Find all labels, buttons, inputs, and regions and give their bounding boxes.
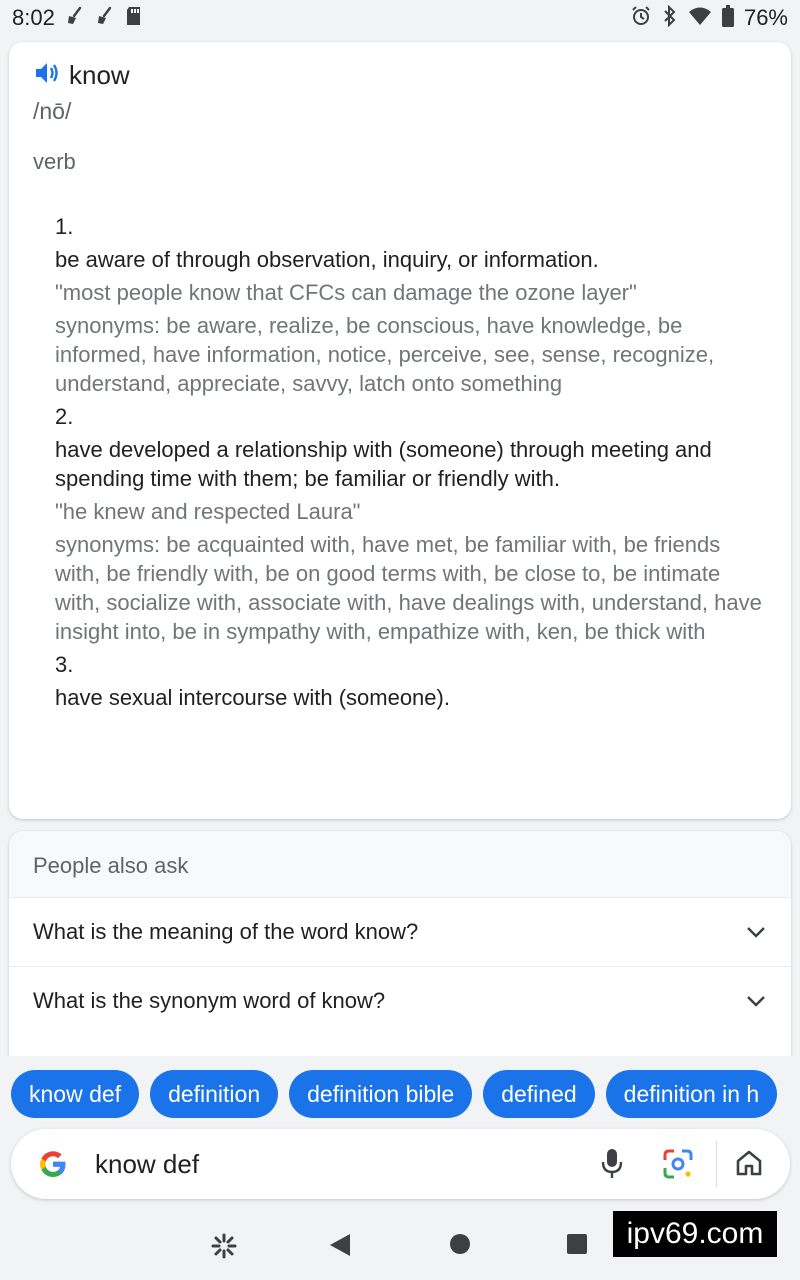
word-header: know bbox=[33, 60, 130, 91]
sense-synonyms[interactable]: synonyms: be acquainted with, have met, … bbox=[55, 530, 770, 646]
battery-percent: 76% bbox=[743, 5, 788, 30]
sense-definition: have sexual intercourse with (someone). bbox=[55, 685, 450, 710]
people-also-ask-card: People also ask What is the meaning of t… bbox=[9, 831, 791, 1071]
phonetic: /nō/ bbox=[33, 98, 72, 124]
sense-item: 2. have developed a relationship with (s… bbox=[55, 402, 770, 646]
suggestion-chip[interactable]: definition bbox=[150, 1070, 279, 1118]
bluetooth-icon bbox=[662, 4, 678, 32]
part-of-speech: verb bbox=[33, 149, 76, 174]
alarm-icon bbox=[630, 5, 652, 32]
question-item[interactable]: What is the meaning of the word know? bbox=[9, 897, 791, 966]
sense-number: 2. bbox=[55, 404, 74, 429]
sense-example: "he knew and respected Laura" bbox=[55, 499, 361, 524]
chevron-down-icon[interactable] bbox=[745, 919, 767, 945]
sense-number: 3. bbox=[55, 652, 74, 677]
google-lens-icon[interactable] bbox=[661, 1147, 695, 1186]
speaker-icon[interactable] bbox=[33, 60, 59, 91]
sense-definition: be aware of through observation, inquiry… bbox=[55, 247, 599, 272]
people-also-ask-title: People also ask bbox=[9, 831, 791, 897]
recents-icon[interactable] bbox=[566, 1233, 588, 1260]
assistant-icon[interactable] bbox=[210, 1232, 238, 1265]
sense-number: 1. bbox=[55, 214, 74, 239]
suggestion-chips: know def definition definition bible def… bbox=[11, 1070, 778, 1118]
sense-item: 3. have sexual intercourse with (someone… bbox=[55, 650, 770, 712]
question-text: What is the meaning of the word know? bbox=[33, 919, 419, 944]
watermark: ipv69.com bbox=[613, 1211, 777, 1257]
question-text: What is the synonym word of know? bbox=[33, 988, 386, 1013]
google-logo-icon bbox=[35, 1146, 71, 1187]
sd-card-icon bbox=[125, 6, 143, 31]
search-bar[interactable]: know def bbox=[11, 1129, 790, 1199]
wifi-icon bbox=[688, 6, 712, 31]
search-bar-divider bbox=[716, 1141, 717, 1187]
question-item[interactable]: What is the synonym word of know? bbox=[9, 966, 791, 1035]
home-button-icon[interactable] bbox=[449, 1233, 471, 1260]
sense-item: 1. be aware of through observation, inqu… bbox=[55, 212, 770, 398]
dictionary-word: know bbox=[69, 60, 130, 90]
back-icon[interactable] bbox=[328, 1232, 352, 1263]
status-time: 8:02 bbox=[12, 5, 55, 30]
sense-list: 1. be aware of through observation, inqu… bbox=[55, 212, 770, 716]
broom-icon bbox=[65, 6, 85, 31]
suggestion-chip[interactable]: definition in h bbox=[605, 1070, 778, 1118]
microphone-icon[interactable] bbox=[599, 1147, 625, 1186]
dictionary-card: know /nō/ verb 1. be aware of through ob… bbox=[9, 42, 791, 819]
home-icon[interactable] bbox=[734, 1148, 764, 1183]
sense-synonyms[interactable]: synonyms: be aware, realize, be consciou… bbox=[55, 311, 770, 398]
sense-example: "most people know that CFCs can damage t… bbox=[55, 280, 637, 305]
suggestion-chip[interactable]: know def bbox=[11, 1070, 140, 1118]
sense-definition: have developed a relationship with (some… bbox=[55, 437, 712, 491]
suggestion-chip[interactable]: definition bible bbox=[289, 1070, 473, 1118]
chevron-down-icon[interactable] bbox=[745, 988, 767, 1014]
search-query[interactable]: know def bbox=[95, 1149, 199, 1180]
broom-icon bbox=[95, 6, 115, 31]
battery-icon bbox=[721, 4, 734, 32]
status-bar: 8:02 76% bbox=[0, 0, 800, 36]
suggestion-chip[interactable]: defined bbox=[483, 1070, 595, 1118]
